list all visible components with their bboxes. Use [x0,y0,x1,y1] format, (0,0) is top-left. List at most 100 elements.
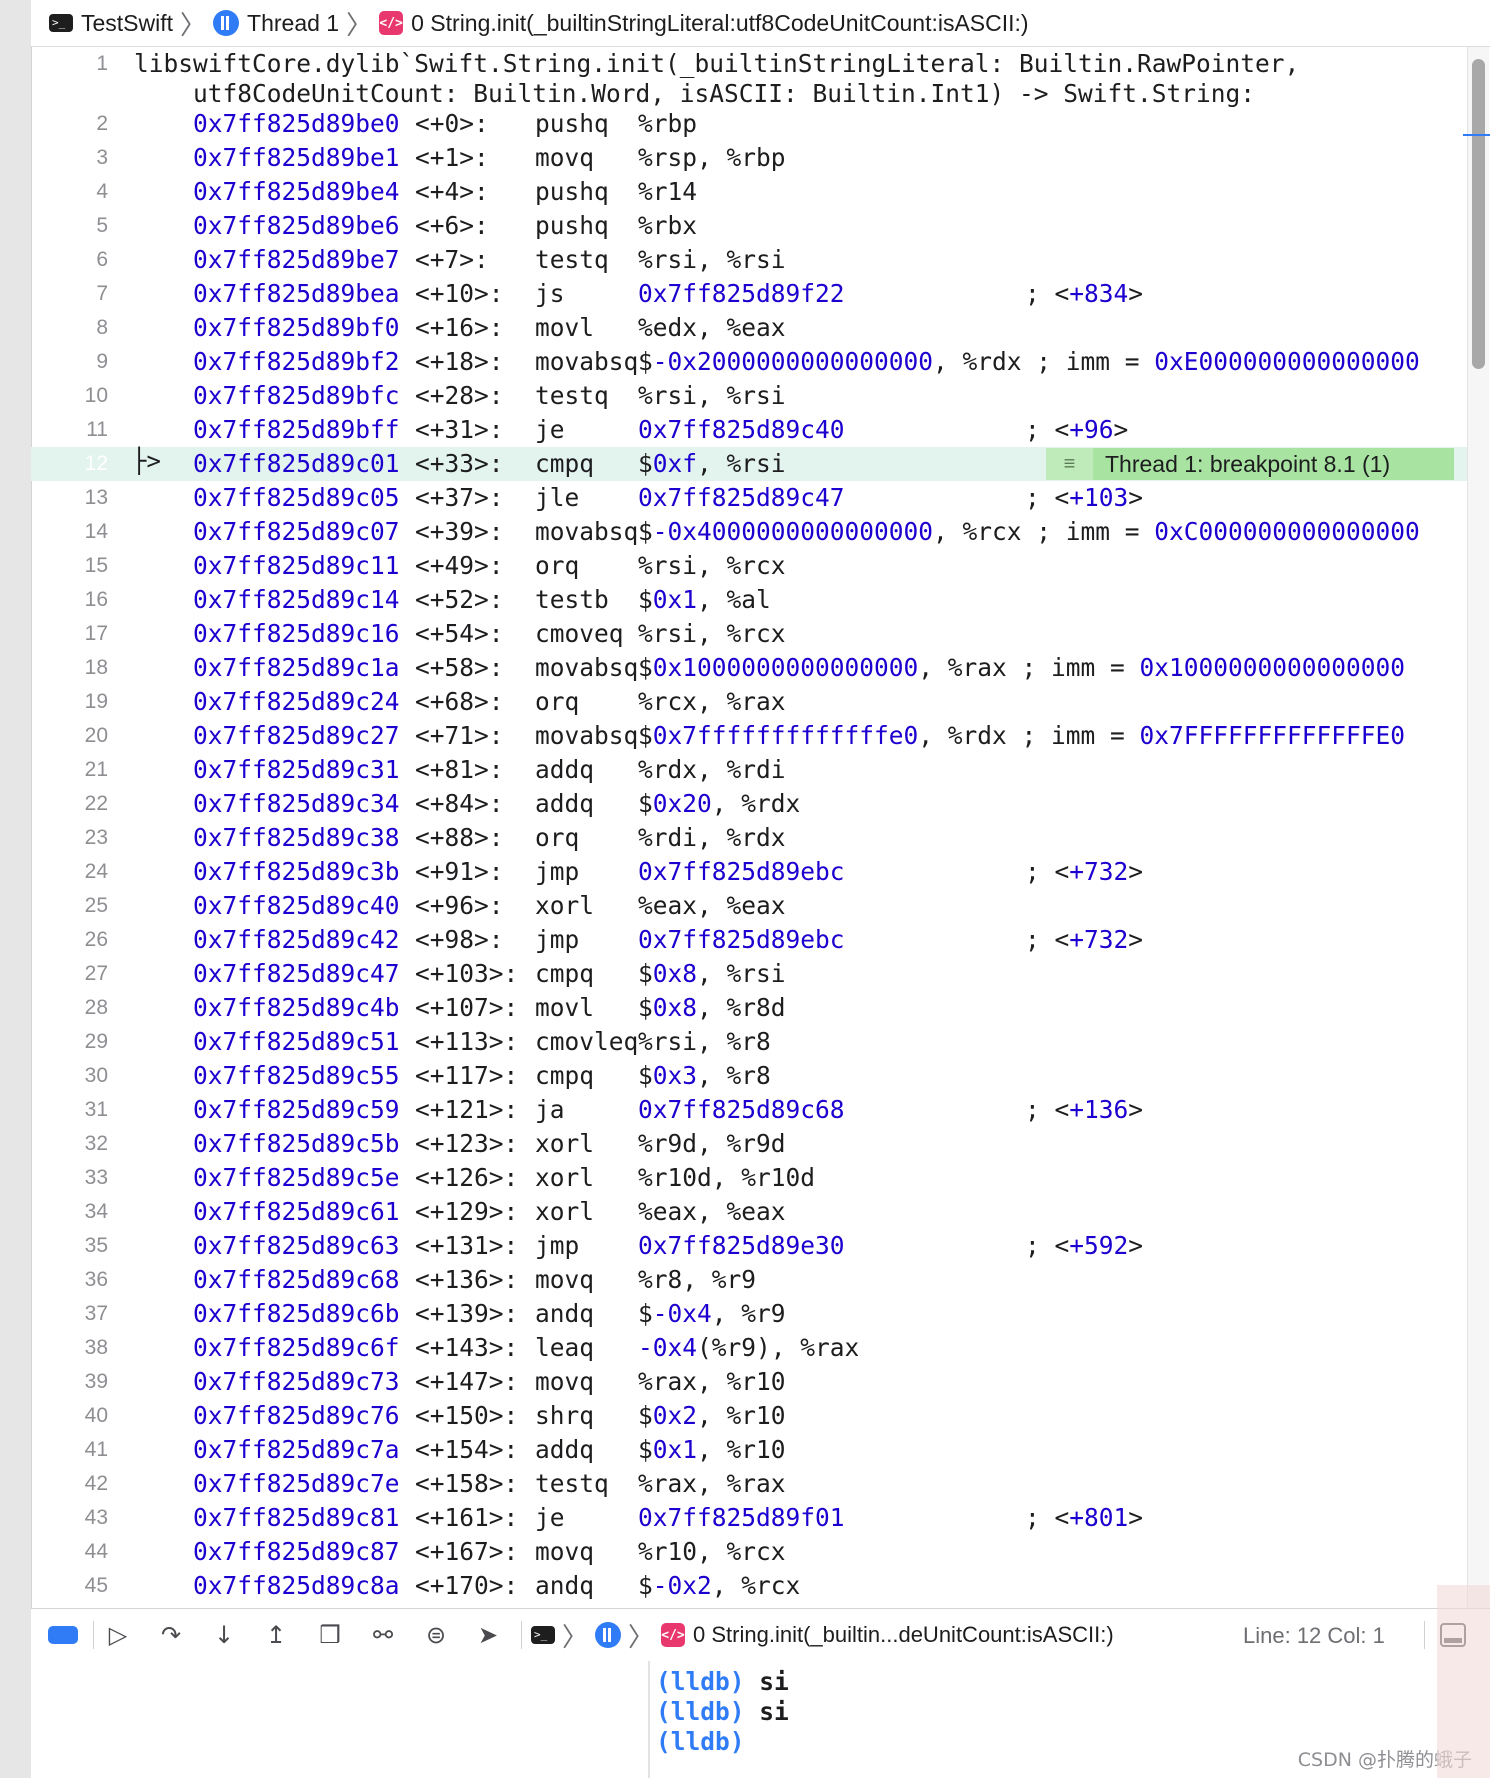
instruction-mnemonic: orq [535,551,580,580]
line-number[interactable]: 17 [31,622,108,646]
line-number[interactable]: 22 [31,792,108,816]
line-number[interactable]: 11 [31,418,108,442]
line-number[interactable]: 19 [31,690,108,714]
memory-graph-icon[interactable]: ⚯ [367,1621,399,1649]
step-into-icon[interactable]: ↓ [208,1621,240,1649]
line-number[interactable]: 33 [31,1166,108,1190]
line-number[interactable]: 28 [31,996,108,1020]
instruction-operands: %eax, %eax [638,1197,786,1226]
console-output[interactable]: (lldb) si (lldb) si (lldb) [656,1667,789,1757]
line-number[interactable]: 5 [31,214,108,238]
line-number[interactable]: 40 [31,1404,108,1428]
instruction-operands: 0x7ff825d89e30 [638,1231,845,1260]
line-number[interactable]: 26 [31,928,108,952]
line-number[interactable]: 38 [31,1336,108,1360]
step-over-icon[interactable]: ↷ [155,1621,187,1649]
line-number[interactable]: 6 [31,248,108,272]
operand-text: %r8, %r9 [638,1265,757,1294]
instruction-row: 11 0x7ff825d89bff <+31>: je 0x7ff825d89c40 ; … [31,413,1469,447]
operand-number: 0x7ff825d89c40 [638,415,845,444]
instruction-address: 0x7ff825d89c27 [193,721,400,750]
line-number[interactable]: 4 [31,180,108,204]
jumpbar-frame[interactable]: 0 String.init(_builtinStringLiteral:utf8… [411,10,1028,37]
line-number[interactable]: 15 [31,554,108,578]
disassembly-editor[interactable]: 1 libswiftCore.dylib`Swift.String.init(_… [31,47,1469,1608]
line-number[interactable]: 20 [31,724,108,748]
line-number[interactable]: 37 [31,1302,108,1326]
line-number[interactable]: 36 [31,1268,108,1292]
line-number[interactable]: 45 [31,1574,108,1598]
line-number[interactable]: 18 [31,656,108,680]
debug-jump-path[interactable]: >_ 〉 〉 </> 0 String.init(_builtin...deUn… [531,1615,1114,1655]
instruction-offset: <+18>: [415,347,504,376]
comment-text: > [1128,1231,1144,1260]
instruction-operands: %rcx, %rax [638,687,786,716]
line-number[interactable]: 44 [31,1540,108,1564]
line-number[interactable]: 39 [31,1370,108,1394]
annotation-menu-icon[interactable]: ≡ [1046,448,1093,480]
instruction-mnemonic: je [535,415,565,444]
line-number[interactable]: 8 [31,316,108,340]
location-icon[interactable]: ➤ [472,1621,504,1649]
environment-overrides-icon[interactable]: ⊜ [420,1621,452,1649]
instruction-row: 42 0x7ff825d89c7e <+158>: testq %rax, %rax [31,1467,1469,1501]
instruction-operands: %eax, %eax [638,891,786,920]
instruction-offset: <+136>: [415,1265,519,1294]
line-number[interactable]: 31 [31,1098,108,1122]
instruction-operands: %r10d, %r10d [638,1163,815,1192]
instruction-row: 35 0x7ff825d89c63 <+131>: jmp 0x7ff825d89e30… [31,1229,1469,1263]
line-number[interactable]: 29 [31,1030,108,1054]
comment-text: > [1128,925,1144,954]
debug-console[interactable]: (lldb) si (lldb) si (lldb) CSDN @扑腾的蛾子 [31,1661,1490,1778]
line-number[interactable]: 13 [31,486,108,510]
jumpbar-thread[interactable]: Thread 1 [247,10,339,37]
instruction-operands: $0x7fffffffffffffe0, %rdx ; imm = 0x7FFF… [638,721,1405,750]
line-number[interactable]: 7 [31,282,108,306]
line-number[interactable]: 3 [31,146,108,170]
debug-frame-label[interactable]: 0 String.init(_builtin...deUnitCount:isA… [693,1622,1114,1648]
operand-number: 0x7ff825d89ebc [638,925,845,954]
line-number[interactable]: 25 [31,894,108,918]
line-number[interactable]: 9 [31,350,108,374]
line-number[interactable]: 10 [31,384,108,408]
console-split-divider[interactable] [648,1661,650,1778]
breakpoints-toggle-icon[interactable] [48,1626,78,1644]
line-number[interactable]: 23 [31,826,108,850]
breakpoint-annotation[interactable]: ≡ Thread 1: breakpoint 8.1 (1) [1046,448,1454,480]
instruction-row: 40 0x7ff825d89c76 <+150>: shrq $0x2, %r10 [31,1399,1469,1433]
line-number[interactable]: 24 [31,860,108,884]
line-number[interactable]: 41 [31,1438,108,1462]
step-out-icon[interactable]: ↥ [260,1621,292,1649]
line-number[interactable]: 42 [31,1472,108,1496]
instruction-operands: 0x7ff825d89f22 [638,279,845,308]
operand-text: $ [638,653,653,682]
line-number[interactable]: 32 [31,1132,108,1156]
continue-icon[interactable]: ▷ [102,1621,134,1649]
line-number[interactable]: 12 [31,452,108,476]
line-number[interactable]: 35 [31,1234,108,1258]
instruction-mnemonic: movq [535,1537,595,1566]
line-number[interactable]: 16 [31,588,108,612]
vertical-scrollbar[interactable] [1467,47,1489,1608]
instruction-row: 5 0x7ff825d89be6 <+6>: pushq %rbx [31,209,1469,243]
instruction-operands: $-0x4000000000000000, %rcx ; imm = 0xC00… [638,517,1420,546]
operand-text: $ [638,721,653,750]
operand-number: 0x7fffffffffffffe0 [652,721,919,750]
jumpbar-project[interactable]: TestSwift [81,10,173,37]
line-number[interactable]: 2 [31,112,108,136]
instruction-offset: <+58>: [415,653,504,682]
line-number[interactable]: 14 [31,520,108,544]
line-number[interactable]: 30 [31,1064,108,1088]
line-number[interactable]: 34 [31,1200,108,1224]
comment-offset: +732 [1069,925,1129,954]
branch-target-comment: ; <+96> [1025,415,1128,444]
operand-text: $ [638,517,653,546]
line-number[interactable]: 27 [31,962,108,986]
operand-number: 0x7ff825d89ebc [638,857,845,886]
separator [521,1621,522,1649]
line-number[interactable]: 21 [31,758,108,782]
scrollbar-thumb[interactable] [1472,59,1485,369]
instruction-address: 0x7ff825d89c6f [193,1333,400,1362]
line-number[interactable]: 43 [31,1506,108,1530]
view-hierarchy-icon[interactable]: ❒ [314,1621,346,1649]
